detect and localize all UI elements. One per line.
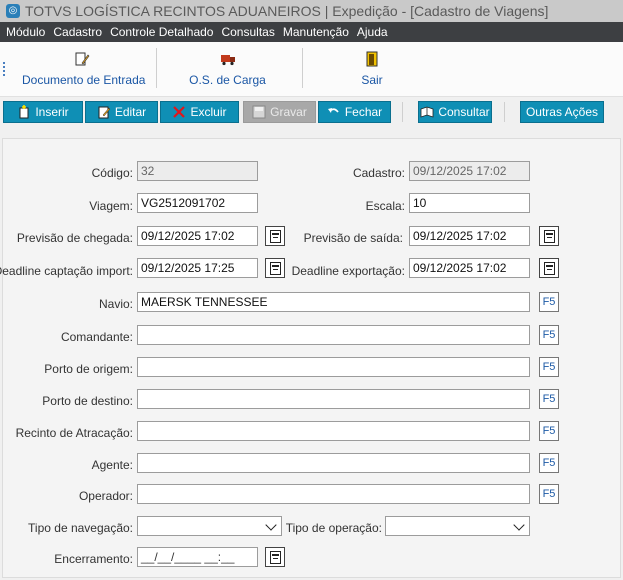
f5-lookup-button[interactable]: F5	[539, 325, 559, 345]
toolbar-grip[interactable]	[3, 62, 7, 76]
calendar-icon	[270, 230, 281, 243]
tipo-operacao-label: Tipo de operação:	[285, 521, 382, 535]
toolbar-divider	[504, 102, 505, 122]
calendar-icon	[544, 262, 555, 275]
shortcut-os-carga[interactable]: O.S. de Carga	[180, 42, 275, 96]
navio-label: Navio:	[98, 297, 133, 311]
cadastro-label: Cadastro:	[352, 166, 405, 180]
codigo-label: Código:	[91, 166, 133, 180]
deadline-import-field[interactable]: 09/12/2025 17:25	[137, 258, 258, 278]
deadline-import-label: Deadline captação import:	[0, 264, 133, 278]
calendar-button[interactable]	[265, 226, 285, 246]
insert-icon	[19, 105, 29, 119]
recinto-label: Recinto de Atracação:	[15, 426, 133, 440]
previsao-saida-field[interactable]: 09/12/2025 17:02	[409, 226, 530, 246]
porto-destino-field[interactable]	[137, 389, 530, 409]
tipo-operacao-select[interactable]	[385, 516, 530, 536]
consultar-button[interactable]: Consultar	[418, 101, 492, 123]
outras-acoes-button[interactable]: Outras Ações	[520, 101, 604, 123]
shortcut-divider	[156, 48, 157, 88]
escala-field[interactable]: 10	[409, 193, 530, 213]
document-edit-icon	[75, 52, 90, 66]
agente-label: Agente:	[91, 458, 133, 472]
calendar-icon	[544, 230, 555, 243]
shortcut-bar: Documento de Entrada O.S. de Carga Sair	[0, 42, 623, 97]
edit-icon	[98, 106, 111, 119]
truck-icon	[220, 55, 235, 66]
shortcut-divider	[302, 48, 303, 88]
calendar-icon	[270, 262, 281, 275]
menu-manutencao[interactable]: Manutenção	[283, 25, 349, 39]
viagem-label: Viagem:	[89, 199, 133, 213]
calendar-button[interactable]	[265, 258, 285, 278]
calendar-button[interactable]	[265, 547, 285, 567]
f5-lookup-button[interactable]: F5	[539, 389, 559, 409]
window-title: TOTVS LOGÍSTICA RECINTOS ADUANEIROS | Ex…	[25, 3, 549, 19]
menu-modulo[interactable]: Módulo	[6, 25, 45, 39]
action-toolbar: Inserir Editar Excluir Gravar Fechar Con…	[0, 98, 623, 130]
agente-field[interactable]	[137, 453, 530, 473]
chevron-down-icon	[265, 519, 277, 531]
previsao-chegada-label: Previsão de chegada:	[16, 231, 133, 245]
viagem-field[interactable]: VG2512091702	[137, 193, 258, 213]
porto-origem-label: Porto de origem:	[44, 362, 133, 376]
recinto-field[interactable]	[137, 421, 530, 441]
f5-lookup-button[interactable]: F5	[539, 453, 559, 473]
editar-button[interactable]: Editar	[85, 101, 158, 123]
codigo-field[interactable]: 32	[137, 161, 258, 181]
previsao-chegada-field[interactable]: 09/12/2025 17:02	[137, 226, 258, 246]
deadline-export-label: Deadline exportação:	[291, 264, 405, 278]
calendar-button[interactable]	[539, 258, 559, 278]
shortcut-documento-entrada[interactable]: Documento de Entrada	[22, 42, 145, 96]
menu-controle-detalhado[interactable]: Controle Detalhado	[110, 25, 213, 39]
exit-door-icon	[366, 51, 378, 67]
porto-origem-field[interactable]	[137, 357, 530, 377]
f5-lookup-button[interactable]: F5	[539, 484, 559, 504]
excluir-button[interactable]: Excluir	[160, 101, 239, 123]
chevron-down-icon	[513, 519, 525, 531]
encerramento-label: Encerramento:	[54, 552, 133, 566]
menu-ajuda[interactable]: Ajuda	[357, 25, 388, 39]
menu-consultas[interactable]: Consultas	[221, 25, 274, 39]
cadastro-field[interactable]: 09/12/2025 17:02	[409, 161, 530, 181]
calendar-button[interactable]	[539, 226, 559, 246]
calendar-icon	[270, 551, 281, 564]
title-bar: ◎ TOTVS LOGÍSTICA RECINTOS ADUANEIROS | …	[0, 0, 623, 22]
delete-x-icon	[173, 106, 186, 118]
encerramento-field[interactable]: __/__/____ __:__	[137, 547, 258, 567]
operador-label: Operador:	[78, 489, 133, 503]
f5-lookup-button[interactable]: F5	[539, 292, 559, 312]
app-logo-icon: ◎	[6, 4, 20, 18]
previsao-saida-label: Previsão de saída:	[303, 231, 403, 245]
operador-field[interactable]	[137, 484, 530, 504]
inserir-button[interactable]: Inserir	[3, 101, 83, 123]
deadline-export-field[interactable]: 09/12/2025 17:02	[409, 258, 530, 278]
tipo-navegacao-select[interactable]	[137, 516, 282, 536]
menu-bar: Módulo Cadastro Controle Detalhado Consu…	[0, 22, 623, 42]
porto-destino-label: Porto de destino:	[42, 394, 133, 408]
shortcut-sair[interactable]: Sair	[352, 42, 392, 96]
f5-lookup-button[interactable]: F5	[539, 357, 559, 377]
comandante-field[interactable]	[137, 325, 530, 345]
navio-field[interactable]: MAERSK TENNESSEE	[137, 292, 530, 312]
book-icon	[420, 106, 434, 118]
gravar-button[interactable]: Gravar	[243, 101, 316, 123]
tipo-navegacao-label: Tipo de navegação:	[28, 521, 133, 535]
undo-arrow-icon	[327, 108, 339, 113]
comandante-label: Comandante:	[60, 330, 133, 344]
fechar-button[interactable]: Fechar	[318, 101, 391, 123]
save-disk-icon	[252, 105, 266, 119]
escala-label: Escala:	[365, 199, 405, 213]
toolbar-divider	[402, 102, 403, 122]
f5-lookup-button[interactable]: F5	[539, 421, 559, 441]
menu-cadastro[interactable]: Cadastro	[53, 25, 102, 39]
